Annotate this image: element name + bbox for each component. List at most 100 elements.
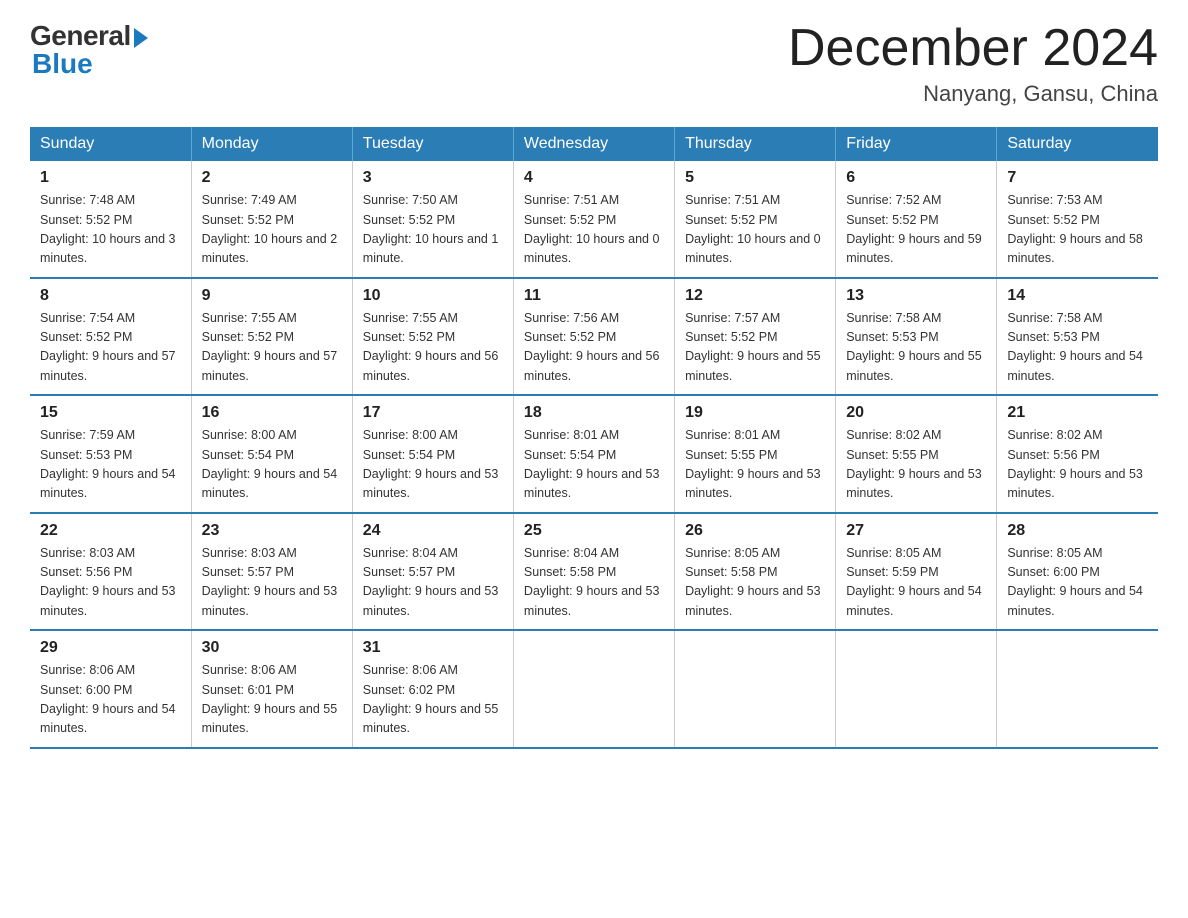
day-number: 22: [40, 522, 181, 540]
day-cell: [836, 630, 997, 748]
day-number: 8: [40, 287, 181, 305]
day-info: Sunrise: 8:00 AMSunset: 5:54 PMDaylight:…: [202, 428, 338, 500]
day-cell: [675, 630, 836, 748]
day-info: Sunrise: 7:52 AMSunset: 5:52 PMDaylight:…: [846, 193, 982, 265]
day-number: 10: [363, 287, 503, 305]
day-number: 31: [363, 639, 503, 657]
day-cell: 19 Sunrise: 8:01 AMSunset: 5:55 PMDaylig…: [675, 395, 836, 513]
day-cell: 12 Sunrise: 7:57 AMSunset: 5:52 PMDaylig…: [675, 278, 836, 396]
day-info: Sunrise: 8:04 AMSunset: 5:57 PMDaylight:…: [363, 546, 499, 618]
day-number: 14: [1007, 287, 1148, 305]
day-cell: 17 Sunrise: 8:00 AMSunset: 5:54 PMDaylig…: [352, 395, 513, 513]
day-number: 30: [202, 639, 342, 657]
day-info: Sunrise: 8:00 AMSunset: 5:54 PMDaylight:…: [363, 428, 499, 500]
day-info: Sunrise: 7:50 AMSunset: 5:52 PMDaylight:…: [363, 193, 499, 265]
day-info: Sunrise: 8:04 AMSunset: 5:58 PMDaylight:…: [524, 546, 660, 618]
day-info: Sunrise: 7:59 AMSunset: 5:53 PMDaylight:…: [40, 428, 176, 500]
day-info: Sunrise: 8:06 AMSunset: 6:00 PMDaylight:…: [40, 663, 176, 735]
day-cell: 9 Sunrise: 7:55 AMSunset: 5:52 PMDayligh…: [191, 278, 352, 396]
day-cell: 27 Sunrise: 8:05 AMSunset: 5:59 PMDaylig…: [836, 513, 997, 631]
day-number: 15: [40, 404, 181, 422]
calendar-table: SundayMondayTuesdayWednesdayThursdayFrid…: [30, 127, 1158, 749]
day-cell: 13 Sunrise: 7:58 AMSunset: 5:53 PMDaylig…: [836, 278, 997, 396]
day-cell: 4 Sunrise: 7:51 AMSunset: 5:52 PMDayligh…: [513, 161, 674, 278]
day-number: 16: [202, 404, 342, 422]
header-day-thursday: Thursday: [675, 127, 836, 161]
day-number: 27: [846, 522, 986, 540]
day-cell: 20 Sunrise: 8:02 AMSunset: 5:55 PMDaylig…: [836, 395, 997, 513]
day-number: 20: [846, 404, 986, 422]
day-number: 2: [202, 169, 342, 187]
day-number: 6: [846, 169, 986, 187]
week-row-4: 22 Sunrise: 8:03 AMSunset: 5:56 PMDaylig…: [30, 513, 1158, 631]
day-cell: 26 Sunrise: 8:05 AMSunset: 5:58 PMDaylig…: [675, 513, 836, 631]
day-number: 26: [685, 522, 825, 540]
day-cell: 30 Sunrise: 8:06 AMSunset: 6:01 PMDaylig…: [191, 630, 352, 748]
day-cell: 11 Sunrise: 7:56 AMSunset: 5:52 PMDaylig…: [513, 278, 674, 396]
location: Nanyang, Gansu, China: [788, 81, 1158, 107]
month-title: December 2024: [788, 20, 1158, 77]
header-day-wednesday: Wednesday: [513, 127, 674, 161]
day-info: Sunrise: 7:51 AMSunset: 5:52 PMDaylight:…: [524, 193, 660, 265]
day-cell: 5 Sunrise: 7:51 AMSunset: 5:52 PMDayligh…: [675, 161, 836, 278]
day-number: 19: [685, 404, 825, 422]
logo: General Blue: [30, 20, 148, 80]
day-info: Sunrise: 8:02 AMSunset: 5:56 PMDaylight:…: [1007, 428, 1143, 500]
day-cell: 21 Sunrise: 8:02 AMSunset: 5:56 PMDaylig…: [997, 395, 1158, 513]
logo-blue-text: Blue: [30, 48, 93, 80]
week-row-5: 29 Sunrise: 8:06 AMSunset: 6:00 PMDaylig…: [30, 630, 1158, 748]
day-info: Sunrise: 7:55 AMSunset: 5:52 PMDaylight:…: [363, 311, 499, 383]
title-block: December 2024 Nanyang, Gansu, China: [788, 20, 1158, 107]
day-info: Sunrise: 7:51 AMSunset: 5:52 PMDaylight:…: [685, 193, 821, 265]
day-number: 7: [1007, 169, 1148, 187]
day-cell: 15 Sunrise: 7:59 AMSunset: 5:53 PMDaylig…: [30, 395, 191, 513]
page-header: General Blue December 2024 Nanyang, Gans…: [30, 20, 1158, 107]
header-day-sunday: Sunday: [30, 127, 191, 161]
day-info: Sunrise: 7:48 AMSunset: 5:52 PMDaylight:…: [40, 193, 176, 265]
day-info: Sunrise: 7:53 AMSunset: 5:52 PMDaylight:…: [1007, 193, 1143, 265]
day-cell: [513, 630, 674, 748]
day-number: 23: [202, 522, 342, 540]
day-cell: 3 Sunrise: 7:50 AMSunset: 5:52 PMDayligh…: [352, 161, 513, 278]
day-cell: 22 Sunrise: 8:03 AMSunset: 5:56 PMDaylig…: [30, 513, 191, 631]
day-number: 11: [524, 287, 664, 305]
day-info: Sunrise: 8:01 AMSunset: 5:54 PMDaylight:…: [524, 428, 660, 500]
day-cell: 1 Sunrise: 7:48 AMSunset: 5:52 PMDayligh…: [30, 161, 191, 278]
week-row-1: 1 Sunrise: 7:48 AMSunset: 5:52 PMDayligh…: [30, 161, 1158, 278]
day-number: 25: [524, 522, 664, 540]
header-day-monday: Monday: [191, 127, 352, 161]
day-number: 1: [40, 169, 181, 187]
day-info: Sunrise: 8:03 AMSunset: 5:56 PMDaylight:…: [40, 546, 176, 618]
week-row-2: 8 Sunrise: 7:54 AMSunset: 5:52 PMDayligh…: [30, 278, 1158, 396]
day-info: Sunrise: 8:02 AMSunset: 5:55 PMDaylight:…: [846, 428, 982, 500]
day-cell: 28 Sunrise: 8:05 AMSunset: 6:00 PMDaylig…: [997, 513, 1158, 631]
day-info: Sunrise: 7:56 AMSunset: 5:52 PMDaylight:…: [524, 311, 660, 383]
day-info: Sunrise: 7:49 AMSunset: 5:52 PMDaylight:…: [202, 193, 338, 265]
day-number: 5: [685, 169, 825, 187]
day-cell: 29 Sunrise: 8:06 AMSunset: 6:00 PMDaylig…: [30, 630, 191, 748]
header-row: SundayMondayTuesdayWednesdayThursdayFrid…: [30, 127, 1158, 161]
day-number: 9: [202, 287, 342, 305]
day-number: 24: [363, 522, 503, 540]
day-number: 17: [363, 404, 503, 422]
day-cell: 16 Sunrise: 8:00 AMSunset: 5:54 PMDaylig…: [191, 395, 352, 513]
day-number: 13: [846, 287, 986, 305]
week-row-3: 15 Sunrise: 7:59 AMSunset: 5:53 PMDaylig…: [30, 395, 1158, 513]
day-cell: 8 Sunrise: 7:54 AMSunset: 5:52 PMDayligh…: [30, 278, 191, 396]
day-number: 28: [1007, 522, 1148, 540]
day-number: 3: [363, 169, 503, 187]
day-number: 4: [524, 169, 664, 187]
day-cell: 23 Sunrise: 8:03 AMSunset: 5:57 PMDaylig…: [191, 513, 352, 631]
day-number: 29: [40, 639, 181, 657]
day-cell: [997, 630, 1158, 748]
header-day-saturday: Saturday: [997, 127, 1158, 161]
day-info: Sunrise: 8:05 AMSunset: 5:59 PMDaylight:…: [846, 546, 982, 618]
day-cell: 24 Sunrise: 8:04 AMSunset: 5:57 PMDaylig…: [352, 513, 513, 631]
day-cell: 31 Sunrise: 8:06 AMSunset: 6:02 PMDaylig…: [352, 630, 513, 748]
day-cell: 25 Sunrise: 8:04 AMSunset: 5:58 PMDaylig…: [513, 513, 674, 631]
day-info: Sunrise: 7:54 AMSunset: 5:52 PMDaylight:…: [40, 311, 176, 383]
day-number: 18: [524, 404, 664, 422]
calendar-header: SundayMondayTuesdayWednesdayThursdayFrid…: [30, 127, 1158, 161]
header-day-tuesday: Tuesday: [352, 127, 513, 161]
day-cell: 10 Sunrise: 7:55 AMSunset: 5:52 PMDaylig…: [352, 278, 513, 396]
